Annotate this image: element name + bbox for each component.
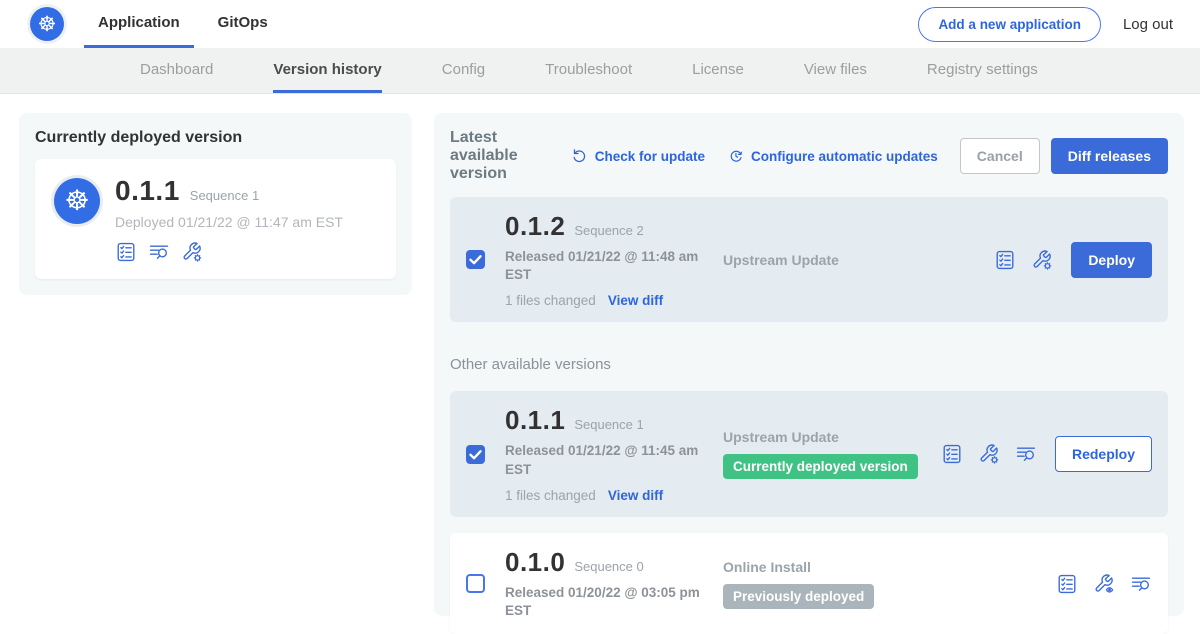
sequence-label: Sequence 2 [574, 223, 643, 238]
top-nav-tabs: Application GitOps [84, 0, 282, 48]
top-nav-right: Add a new application Log out [918, 0, 1173, 48]
version-checkbox-0-1-2[interactable] [466, 250, 485, 269]
version-checkbox-0-1-0[interactable] [466, 574, 485, 593]
deployed-timestamp: Deployed 01/21/22 @ 11:47 am EST [115, 214, 343, 230]
tab-view-files[interactable]: View files [804, 48, 867, 93]
redeploy-button[interactable]: Redeploy [1055, 436, 1152, 472]
view-files-search-icon[interactable] [1130, 573, 1152, 595]
files-changed-label: 1 files changed [505, 293, 596, 308]
auto-update-clock-icon [727, 147, 745, 165]
sequence-label: Sequence 1 [574, 417, 643, 432]
tab-gitops[interactable]: GitOps [204, 0, 282, 48]
view-config-wrench-eye-icon[interactable] [1093, 573, 1115, 595]
kubernetes-logo-icon: ☸ [30, 7, 64, 41]
preflight-checklist-icon[interactable] [941, 443, 963, 465]
refresh-icon [571, 147, 589, 165]
deployed-actions [115, 241, 343, 263]
view-diff-link[interactable]: View diff [608, 293, 663, 308]
version-actions: Redeploy [941, 436, 1152, 472]
view-files-search-icon[interactable] [1015, 443, 1037, 465]
version-source: Upstream Update Currently deployed versi… [723, 429, 941, 479]
files-changed-label: 1 files changed [505, 488, 596, 503]
add-new-application-button[interactable]: Add a new application [918, 7, 1101, 42]
version-number: 0.1.2 [505, 211, 565, 242]
preflight-checklist-icon[interactable] [1056, 573, 1078, 595]
version-source: Upstream Update [723, 252, 994, 268]
deployed-app-logo: ☸ [51, 175, 103, 227]
currently-deployed-card: ☸ 0.1.1 Sequence 1 Deployed 01/21/22 @ 1… [35, 159, 396, 279]
currently-deployed-title: Currently deployed version [35, 129, 396, 147]
currently-deployed-panel: Currently deployed version ☸ 0.1.1 Seque… [19, 113, 412, 295]
deployed-column: Currently deployed version ☸ 0.1.1 Seque… [19, 113, 412, 616]
config-wrench-gear-icon[interactable] [181, 241, 203, 263]
deployed-card-body: 0.1.1 Sequence 1 Deployed 01/21/22 @ 11:… [115, 175, 343, 263]
released-timestamp: Released 01/21/22 @ 11:45 am EST [505, 442, 700, 478]
app-logo: ☸ [30, 0, 64, 48]
tab-dashboard[interactable]: Dashboard [140, 48, 213, 93]
logout-link[interactable]: Log out [1123, 16, 1173, 33]
version-card-0-1-1: 0.1.1 Sequence 1 Released 01/21/22 @ 11:… [450, 391, 1168, 516]
previously-deployed-badge: Previously deployed [723, 584, 874, 609]
top-nav: ☸ Application GitOps Add a new applicati… [0, 0, 1200, 48]
version-number: 0.1.0 [505, 547, 565, 578]
diff-releases-button[interactable]: Diff releases [1051, 138, 1168, 174]
deployed-version-number: 0.1.1 [115, 175, 180, 207]
tab-troubleshoot[interactable]: Troubleshoot [545, 48, 632, 93]
version-actions [1056, 573, 1152, 595]
other-available-versions-title: Other available versions [450, 356, 1168, 373]
version-number: 0.1.1 [505, 405, 565, 436]
source-label: Upstream Update [723, 252, 994, 268]
tab-config[interactable]: Config [442, 48, 485, 93]
tab-license[interactable]: License [692, 48, 744, 93]
source-label: Online Install [723, 559, 1056, 575]
version-source: Online Install Previously deployed [723, 559, 1056, 609]
tab-registry-settings[interactable]: Registry settings [927, 48, 1038, 93]
released-timestamp: Released 01/21/22 @ 11:48 am EST [505, 248, 700, 284]
version-card-0-1-2: 0.1.2 Sequence 2 Released 01/21/22 @ 11:… [450, 197, 1168, 322]
view-diff-link[interactable]: View diff [608, 488, 663, 503]
version-info: 0.1.0 Sequence 0 Released 01/20/22 @ 03:… [505, 547, 723, 620]
preflight-checklist-icon[interactable] [115, 241, 137, 263]
cancel-button[interactable]: Cancel [960, 138, 1040, 174]
deploy-button[interactable]: Deploy [1071, 242, 1152, 278]
available-header: Latest available version Check for updat… [450, 129, 1168, 183]
view-files-search-icon[interactable] [148, 241, 170, 263]
sequence-label: Sequence 0 [574, 559, 643, 574]
configure-automatic-updates-link[interactable]: Configure automatic updates [727, 147, 938, 165]
currently-deployed-badge: Currently deployed version [723, 454, 918, 479]
latest-available-title: Latest available version [450, 129, 557, 183]
source-label: Upstream Update [723, 429, 941, 445]
released-timestamp: Released 01/20/22 @ 03:05 pm EST [505, 584, 700, 620]
deployed-sequence-label: Sequence 1 [190, 188, 259, 203]
available-versions-panel: Latest available version Check for updat… [434, 113, 1184, 616]
version-card-0-1-0: 0.1.0 Sequence 0 Released 01/20/22 @ 03:… [450, 533, 1168, 634]
preflight-checklist-icon[interactable] [994, 249, 1016, 271]
app-sub-nav: Dashboard Version history Config Trouble… [0, 48, 1200, 94]
version-info: 0.1.1 Sequence 1 Released 01/21/22 @ 11:… [505, 405, 723, 502]
version-actions: Deploy [994, 242, 1152, 278]
config-wrench-gear-icon[interactable] [1031, 249, 1053, 271]
available-column: Latest available version Check for updat… [434, 113, 1184, 616]
version-checkbox-0-1-1[interactable] [466, 445, 485, 464]
kubernetes-app-icon: ☸ [54, 178, 100, 224]
config-wrench-gear-icon[interactable] [978, 443, 1000, 465]
main-content: Currently deployed version ☸ 0.1.1 Seque… [0, 94, 1200, 616]
tab-version-history[interactable]: Version history [273, 48, 381, 93]
version-info: 0.1.2 Sequence 2 Released 01/21/22 @ 11:… [505, 211, 723, 308]
tab-application[interactable]: Application [84, 0, 194, 48]
check-for-update-link[interactable]: Check for update [571, 147, 705, 165]
